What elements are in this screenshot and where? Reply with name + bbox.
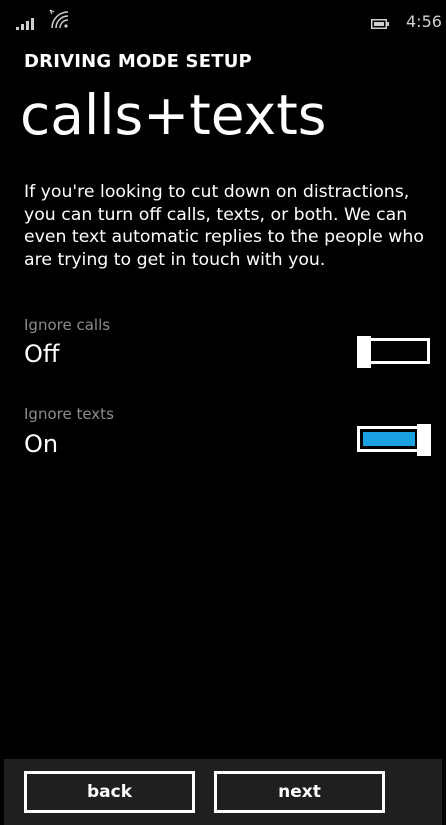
clock: 4:56 bbox=[406, 12, 442, 31]
description-text: If you're looking to cut down on distrac… bbox=[24, 182, 424, 270]
page-title: calls+texts bbox=[20, 83, 327, 147]
ignore-texts-toggle[interactable] bbox=[357, 424, 434, 456]
app-bar: back next bbox=[4, 759, 442, 825]
battery-icon bbox=[371, 19, 389, 29]
toggle-fill bbox=[363, 432, 415, 446]
signal-strength-icon bbox=[16, 18, 34, 30]
ignore-calls-label: Ignore calls bbox=[24, 316, 111, 334]
app-title: DRIVING MODE SETUP bbox=[24, 51, 252, 72]
status-bar: 4:56 bbox=[4, 0, 442, 34]
next-button[interactable]: next bbox=[214, 771, 385, 813]
ignore-calls-value: Off bbox=[24, 340, 60, 368]
ignore-texts-label: Ignore texts bbox=[24, 405, 114, 423]
ignore-texts-value: On bbox=[24, 430, 59, 458]
toggle-thumb bbox=[357, 336, 371, 368]
back-button[interactable]: back bbox=[24, 771, 195, 813]
wifi-icon bbox=[49, 9, 69, 29]
ignore-calls-toggle[interactable] bbox=[357, 336, 434, 368]
toggle-thumb bbox=[417, 424, 431, 456]
phone-screen: 4:56 DRIVING MODE SETUP calls+texts If y… bbox=[4, 0, 442, 825]
